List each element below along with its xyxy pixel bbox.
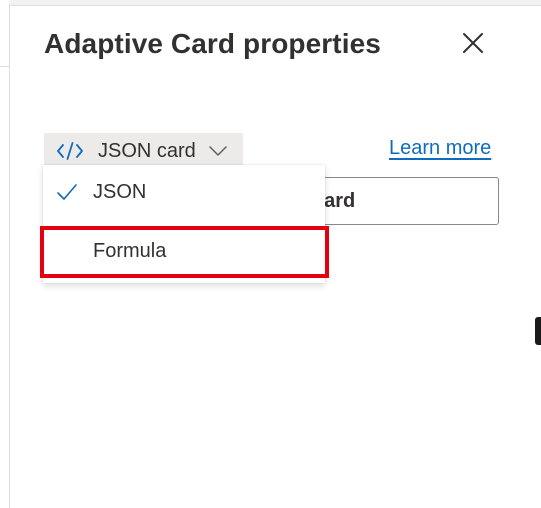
- code-icon: [56, 141, 84, 161]
- chevron-down-icon: [209, 145, 227, 157]
- panel-title: Adaptive Card properties: [44, 28, 381, 59]
- scroll-handle[interactable]: [535, 317, 541, 345]
- menu-item-label: Formula: [93, 239, 167, 262]
- close-button[interactable]: [458, 30, 488, 60]
- menu-item-formula[interactable]: Formula: [43, 224, 325, 278]
- menu-item-label: JSON: [93, 180, 147, 203]
- close-icon: [462, 32, 484, 59]
- background-app-edge: [0, 0, 10, 508]
- card-mode-dropdown-button[interactable]: JSON card: [44, 133, 243, 169]
- card-mode-dropdown-menu: JSON Formula: [43, 165, 325, 283]
- card-mode-label: JSON card: [98, 139, 196, 162]
- checkmark-icon: [56, 182, 78, 202]
- menu-item-json[interactable]: JSON: [43, 165, 325, 219]
- adaptive-card-properties-panel: Adaptive Card properties JSON card Learn…: [10, 6, 532, 508]
- divider: [0, 66, 9, 67]
- screen: Adaptive Card properties JSON card Learn…: [0, 0, 541, 508]
- learn-more-link[interactable]: Learn more: [389, 137, 491, 160]
